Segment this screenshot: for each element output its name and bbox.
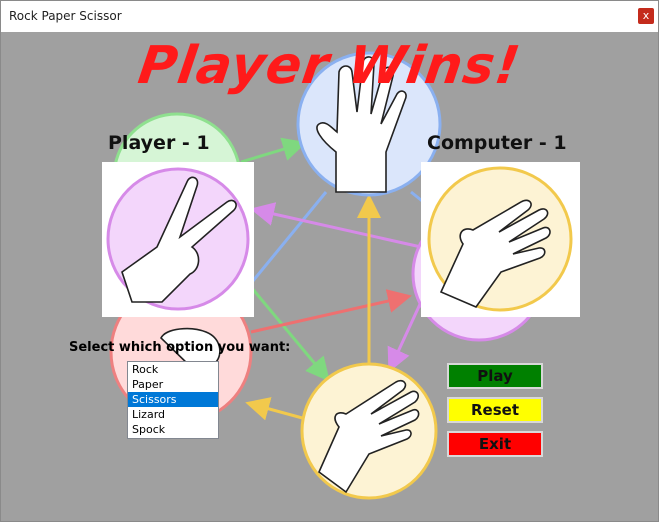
option-scissors[interactable]: Scissors <box>128 392 218 407</box>
game-board: Player Wins! Player - 1 Computer - 1 Sel… <box>1 32 658 521</box>
title-bar: Rock Paper Scissor x <box>1 1 658 32</box>
option-lizard[interactable]: Lizard <box>128 407 218 422</box>
option-listbox[interactable]: Rock Paper Scissors Lizard Spock <box>127 361 219 439</box>
selection-prompt: Select which option you want: <box>69 340 291 355</box>
computer-choice-display <box>427 166 573 312</box>
player-choice-panel <box>102 162 254 317</box>
option-rock[interactable]: Rock <box>128 362 218 377</box>
play-button[interactable]: Play <box>447 363 543 389</box>
exit-button[interactable]: Exit <box>447 431 543 457</box>
computer-score: Computer - 1 <box>427 132 567 154</box>
player-choice-display <box>106 167 250 311</box>
option-spock[interactable]: Spock <box>128 422 218 437</box>
option-paper[interactable]: Paper <box>128 377 218 392</box>
close-button[interactable]: x <box>638 8 654 24</box>
computer-choice-panel <box>421 162 580 317</box>
window-title: Rock Paper Scissor <box>9 9 122 23</box>
reset-button[interactable]: Reset <box>447 397 543 423</box>
result-headline: Player Wins! <box>134 36 525 96</box>
app-window: Rock Paper Scissor x Player Wins! Player… <box>0 0 659 522</box>
player-score: Player - 1 <box>108 132 210 154</box>
